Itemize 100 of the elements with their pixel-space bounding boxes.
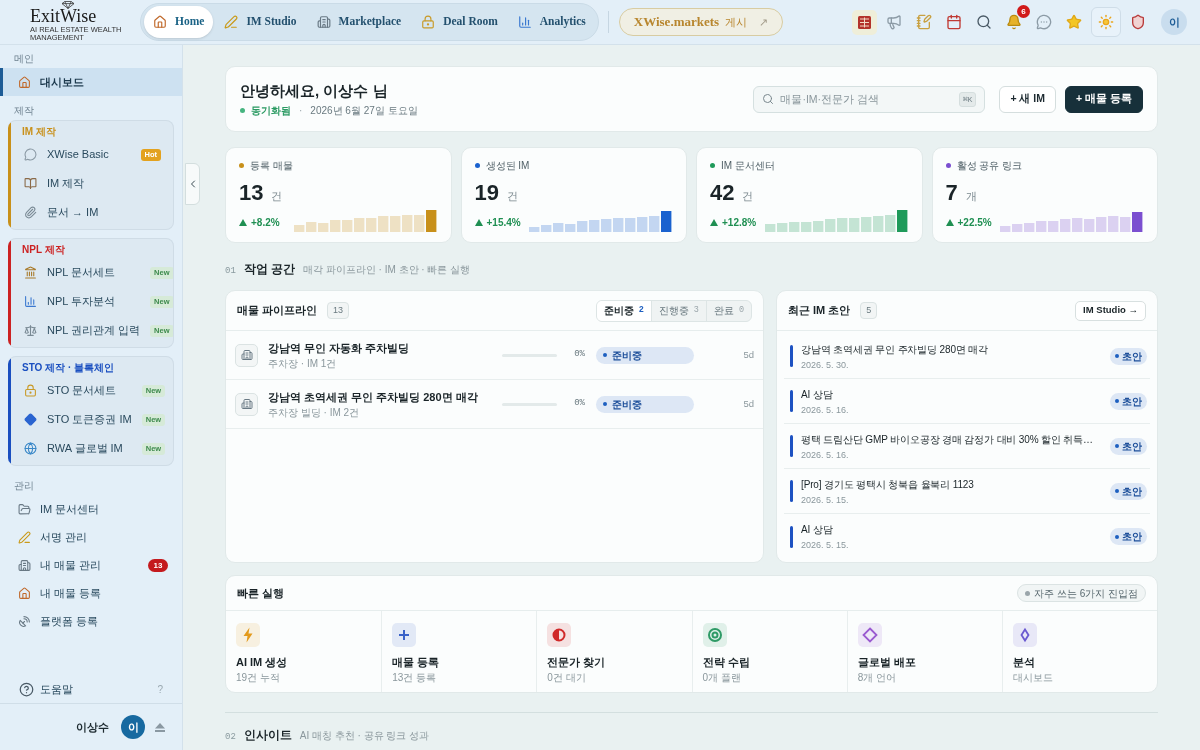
section-number: 02 xyxy=(225,731,236,744)
draft-title: AI 상담 xyxy=(801,523,834,537)
status-dot-icon xyxy=(1115,354,1119,358)
count-badge: 13 xyxy=(148,558,168,572)
draft-title: [Pro] 경기도 평택시 청북읍 율북리 1123 xyxy=(801,477,975,492)
user-avatar[interactable]: 이 xyxy=(121,715,145,739)
tile-grid-icon[interactable] xyxy=(851,9,877,35)
section-subtitle: AI 매칭 추천 · 공유 링크 성과 xyxy=(299,729,430,743)
sidebar-item[interactable]: 플랫폼 등록 xyxy=(0,607,182,635)
sidebar-item[interactable]: 서명 관리 xyxy=(0,523,182,551)
nav-tab[interactable]: IM Studio xyxy=(215,6,306,38)
help-icon[interactable] xyxy=(19,681,34,697)
search-input[interactable]: 매물·IM·전문가 검색 xyxy=(780,89,953,109)
bar-marker-icon xyxy=(790,480,793,502)
bar-marker-icon xyxy=(790,525,793,548)
lock-icon xyxy=(421,15,436,29)
age-text: 5d xyxy=(743,347,754,362)
calendar-icon[interactable] xyxy=(946,14,962,30)
stat-unit: 개 xyxy=(965,189,977,204)
group-title: IM 제작 xyxy=(21,126,57,138)
paperclip-icon xyxy=(24,206,37,219)
im-studio-link[interactable]: IM Studio → xyxy=(1075,300,1146,321)
collapse-button[interactable] xyxy=(185,163,200,205)
pen-icon xyxy=(224,15,239,29)
draft-title: 강남역 초역세권 무인 주차빌딩 280면 매각 xyxy=(801,342,989,357)
stat-value: 13 xyxy=(239,180,264,206)
nav-tab[interactable]: Marketplace xyxy=(307,6,411,38)
age-text: 5d xyxy=(743,396,754,411)
section-title: 작업 공간 xyxy=(243,262,295,277)
draft-title: AI 상담 xyxy=(801,387,834,402)
search-icon[interactable] xyxy=(976,14,992,30)
group-title: STO 제작 · 블록체인 xyxy=(21,362,116,374)
book-icon xyxy=(24,177,37,190)
filter-tab[interactable]: 완료 0 xyxy=(705,300,751,321)
quick-action[interactable]: 매물 등록 13건 등록 xyxy=(381,611,537,692)
status-dot-icon xyxy=(1115,489,1119,493)
quick-action[interactable]: 분석 대시보드 xyxy=(1001,611,1157,692)
draft-label: 초안 xyxy=(1122,394,1142,409)
sidebar-item[interactable]: 문서 → IM xyxy=(11,198,173,227)
draft-date: 2026. 5. 16. xyxy=(801,448,850,461)
draft-label: 초안 xyxy=(1122,439,1142,454)
group-title: NPL 제작 xyxy=(21,244,66,256)
user-avatar[interactable]: 이 xyxy=(1161,9,1187,35)
sidebar-item[interactable]: 대시보드 xyxy=(0,68,182,96)
nav-tab[interactable]: Home xyxy=(144,6,214,38)
plus-icon xyxy=(392,623,417,647)
sidebar-item[interactable]: 내 매물 등록 xyxy=(0,579,182,607)
secondary-button[interactable]: + 새 IM xyxy=(999,85,1057,113)
quick-action[interactable]: 전략 수립 0개 플랜 xyxy=(691,611,847,692)
primary-button[interactable]: + 매물 등록 xyxy=(1065,85,1143,113)
count-badge: 13 xyxy=(327,302,350,319)
stat-value: 42 xyxy=(710,180,735,206)
stat-label: 생성된 IM xyxy=(485,158,530,173)
shield-icon[interactable] xyxy=(1130,14,1146,30)
sidebar-item[interactable]: IM 문서센터 xyxy=(0,495,182,523)
status-dot-icon xyxy=(1115,534,1119,539)
status-label: 준비중 xyxy=(612,397,642,412)
bolt-icon xyxy=(236,623,260,647)
scales-icon xyxy=(24,324,37,337)
filter-tab[interactable]: 진행중 3 xyxy=(650,300,706,321)
megaphone-icon[interactable] xyxy=(886,14,902,30)
status-dot-icon xyxy=(1115,399,1119,403)
user-name: 이상수 xyxy=(76,719,109,735)
listing-title: 강남역 무인 자동화 주차빌딩 xyxy=(268,340,411,356)
sidebar-item[interactable]: 내 매물 관리 13 xyxy=(0,551,182,579)
quick-action[interactable]: 전문가 찾기 0건 대기 xyxy=(536,611,692,692)
nav-tab[interactable]: Deal Room xyxy=(412,6,507,38)
draft-date: 2026. 5. 30. xyxy=(801,358,850,371)
status-dot-icon xyxy=(240,108,245,113)
hint-text: 자주 쓰는 6가지 진입점 xyxy=(1034,586,1138,601)
listing-subtitle: 주차장 빌딩 · IM 2건 xyxy=(268,405,361,419)
theme-button[interactable] xyxy=(1091,7,1121,37)
help-link[interactable]: 도움말 xyxy=(40,680,73,698)
satellite-dish-icon xyxy=(18,614,31,628)
stat-label: IM 문서센터 xyxy=(721,158,775,173)
diamond-icon xyxy=(24,413,37,426)
stat-unit: 건 xyxy=(507,189,518,204)
building-icon xyxy=(316,15,331,29)
notepad-icon[interactable] xyxy=(916,14,932,30)
draft-label: 초안 xyxy=(1122,349,1142,364)
filter-tab[interactable]: 준비중 2 xyxy=(596,300,651,321)
eject-icon[interactable] xyxy=(155,722,165,732)
chat-icon[interactable] xyxy=(1036,14,1052,30)
separator: · xyxy=(299,104,303,118)
stat-label: 활성 공유 링크 xyxy=(956,158,1023,173)
sidebar-item[interactable]: IM 제작 xyxy=(11,169,173,198)
sun-icon xyxy=(1098,14,1114,30)
star-icon[interactable] xyxy=(1066,14,1082,30)
stat-change: +8.2% xyxy=(251,215,280,230)
house-icon xyxy=(18,75,31,89)
quick-action[interactable]: AI IM 생성 19건 누적 xyxy=(226,611,382,692)
quick-action[interactable]: 글로벌 배포 8개 언어 xyxy=(846,611,1002,692)
stat-change: +12.8% xyxy=(722,215,757,230)
draft-date: 2026. 5. 15. xyxy=(801,539,850,551)
nav-tab[interactable]: Analytics xyxy=(508,6,595,38)
globe-icon xyxy=(24,442,37,455)
status-label: 준비중 xyxy=(612,348,642,363)
bell-icon[interactable] xyxy=(1006,14,1022,30)
pen-icon xyxy=(18,530,31,544)
status-dot-icon xyxy=(603,402,607,406)
